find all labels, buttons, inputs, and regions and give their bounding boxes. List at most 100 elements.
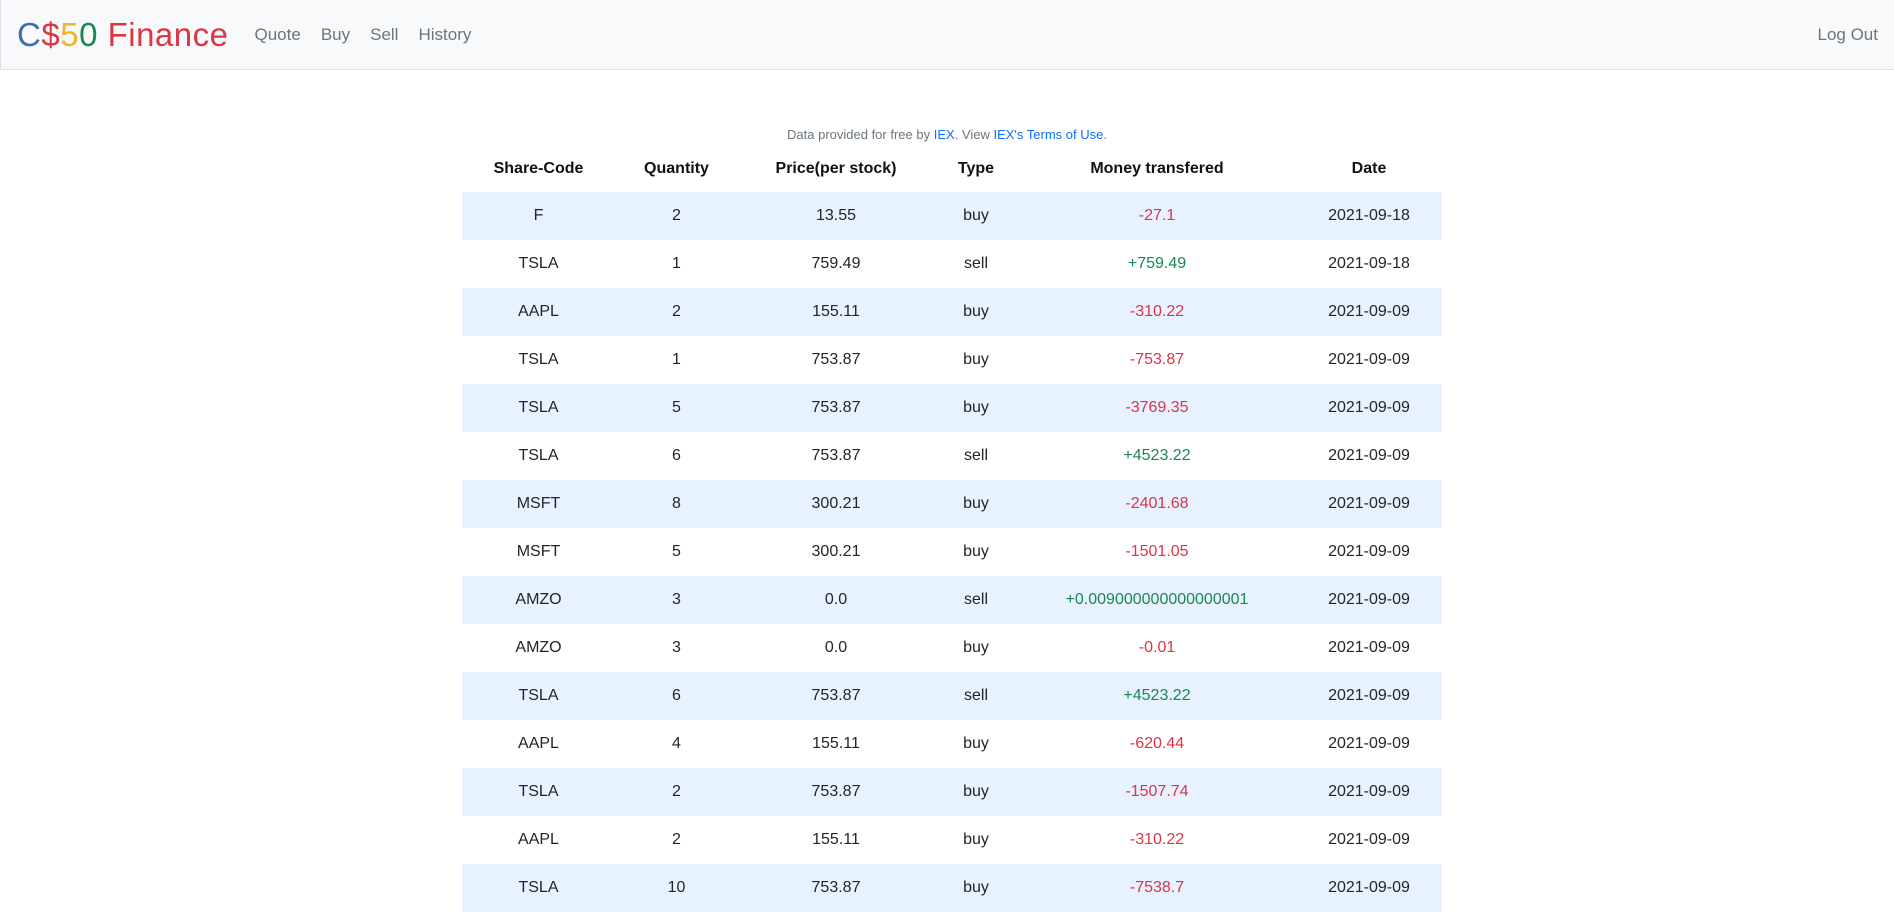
cell-type: buy [963, 207, 989, 224]
cell-price: 753.87 [811, 351, 861, 368]
table-row: MSFT 8 300.21 buy -2401.68 2021-09-09 [462, 480, 1442, 528]
cell-price: 155.11 [812, 735, 860, 752]
cell-share-code: TSLA [518, 255, 559, 272]
brand-part: 5 [60, 16, 80, 53]
cell-share-code: TSLA [518, 783, 559, 800]
cell-money-transfered: -310.22 [1129, 831, 1185, 848]
cell-share-code: AAPL [518, 831, 559, 848]
cell-money-transfered: -620.44 [1129, 735, 1185, 752]
table-row: AMZO 3 0.0 buy -0.01 2021-09-09 [462, 624, 1442, 672]
cell-type: sell [963, 687, 988, 704]
nav-link-sell[interactable]: Sell [360, 25, 408, 45]
cell-date: 2021-09-09 [1328, 879, 1410, 896]
table-row: TSLA 6 753.87 sell +4523.22 2021-09-09 [462, 432, 1442, 480]
brand-part: Finance [97, 16, 229, 53]
cell-quantity: 2 [672, 783, 681, 800]
cell-share-code: F [533, 207, 544, 224]
table-row: TSLA 6 753.87 sell +4523.22 2021-09-09 [462, 672, 1442, 720]
header-money-transfered: Money transfered [1090, 160, 1224, 177]
cell-type: sell [963, 255, 988, 272]
cell-price: 753.87 [811, 879, 861, 896]
table-row: TSLA 1 759.49 sell +759.49 2021-09-18 [462, 240, 1442, 288]
cell-money-transfered: +4523.22 [1123, 447, 1191, 464]
cell-money-transfered: +759.49 [1127, 255, 1187, 272]
table-row: TSLA 2 753.87 buy -1507.74 2021-09-09 [462, 768, 1442, 816]
cell-price: 759.49 [811, 255, 861, 272]
cell-price: 0.0 [824, 591, 848, 608]
cell-date: 2021-09-09 [1328, 495, 1410, 512]
nav-link-quote[interactable]: Quote [245, 25, 311, 45]
cell-date: 2021-09-09 [1328, 303, 1410, 320]
cell-money-transfered: -1507.74 [1125, 783, 1189, 800]
header-date: Date [1351, 160, 1387, 177]
cell-money-transfered: -2401.68 [1125, 495, 1189, 512]
table-row: TSLA 5 753.87 buy -3769.35 2021-09-09 [462, 384, 1442, 432]
cell-share-code: TSLA [518, 447, 559, 464]
cell-share-code: MSFT [516, 543, 561, 560]
cell-price: 155.11 [812, 303, 860, 320]
nav-link-history[interactable]: History [408, 25, 481, 45]
header-price: Price(per stock) [775, 160, 897, 177]
brand-part: C [17, 16, 42, 53]
cell-price: 753.87 [811, 399, 861, 416]
cell-money-transfered: -0.01 [1138, 639, 1176, 656]
header-share-code: Share-Code [493, 160, 584, 177]
cell-date: 2021-09-09 [1328, 639, 1410, 656]
cell-type: buy [963, 399, 989, 416]
iex-link[interactable]: IEX [934, 127, 955, 142]
cell-share-code: TSLA [518, 399, 559, 416]
brand-part: $ [41, 16, 61, 53]
cell-date: 2021-09-09 [1328, 447, 1410, 464]
cell-share-code: MSFT [516, 495, 561, 512]
brand-logo[interactable]: C $5 0 Finance [17, 18, 229, 51]
table-row: F 2 13.55 buy -27.1 2021-09-18 [462, 192, 1442, 240]
table-row: AAPL 2 155.11 buy -310.22 2021-09-09 [462, 816, 1442, 864]
cell-type: sell [963, 447, 988, 464]
cell-quantity: 2 [672, 303, 681, 320]
table-row: TSLA 1 753.87 buy -753.87 2021-09-09 [462, 336, 1442, 384]
cell-type: buy [963, 783, 989, 800]
table-row: TSLA 10 753.87 buy -7538.7 2021-09-09 [462, 864, 1442, 912]
cell-quantity: 3 [672, 591, 681, 608]
iex-terms-link[interactable]: IEX's Terms of Use [993, 127, 1103, 142]
cell-share-code: AAPL [518, 303, 559, 320]
brand-part: 0 [79, 16, 98, 53]
table-body: F 2 13.55 buy -27.1 2021-09-18 TSLA 1 759.49 sell… [462, 192, 1442, 912]
cell-type: buy [963, 639, 989, 656]
cell-money-transfered: -7538.7 [1129, 879, 1185, 896]
cell-quantity: 2 [672, 207, 681, 224]
cell-quantity: 5 [672, 399, 681, 416]
cell-date: 2021-09-09 [1328, 591, 1410, 608]
table-row: MSFT 5 300.21 buy -1501.05 2021-09-09 [462, 528, 1442, 576]
history-table: Share-Code Quantity Price(per stock) Typ… [462, 146, 1442, 912]
cell-type: buy [963, 543, 989, 560]
cell-share-code: AMZO [515, 591, 562, 608]
credit-middle: . View [954, 127, 994, 142]
cell-price: 753.87 [811, 783, 861, 800]
cell-quantity: 3 [672, 639, 681, 656]
cell-quantity: 1 [672, 351, 681, 368]
cell-type: buy [963, 831, 989, 848]
credit-suffix: . [1103, 127, 1107, 142]
cell-type: buy [963, 735, 989, 752]
cell-price: 0.0 [824, 639, 848, 656]
nav-link-buy[interactable]: Buy [311, 25, 360, 45]
cell-price: 753.87 [811, 447, 861, 464]
table-row: AAPL 2 155.11 buy -310.22 2021-09-09 [462, 288, 1442, 336]
cell-price: 753.87 [811, 687, 861, 704]
cell-type: buy [963, 495, 989, 512]
cell-date: 2021-09-09 [1328, 399, 1410, 416]
logout-link[interactable]: Log Out [1818, 0, 1879, 70]
cell-share-code: AMZO [515, 639, 562, 656]
cell-money-transfered: +4523.22 [1123, 687, 1191, 704]
cell-quantity: 6 [672, 687, 681, 704]
cell-money-transfered: -1501.05 [1125, 543, 1189, 560]
cell-quantity: 10 [667, 879, 686, 896]
cell-price: 300.21 [811, 543, 861, 560]
cell-money-transfered: -310.22 [1129, 303, 1185, 320]
cell-quantity: 1 [672, 255, 681, 272]
nav-links: Quote Buy Sell History [245, 25, 482, 45]
table-row: AAPL 4 155.11 buy -620.44 2021-09-09 [462, 720, 1442, 768]
cell-price: 13.55 [815, 207, 857, 224]
cell-share-code: TSLA [518, 351, 559, 368]
